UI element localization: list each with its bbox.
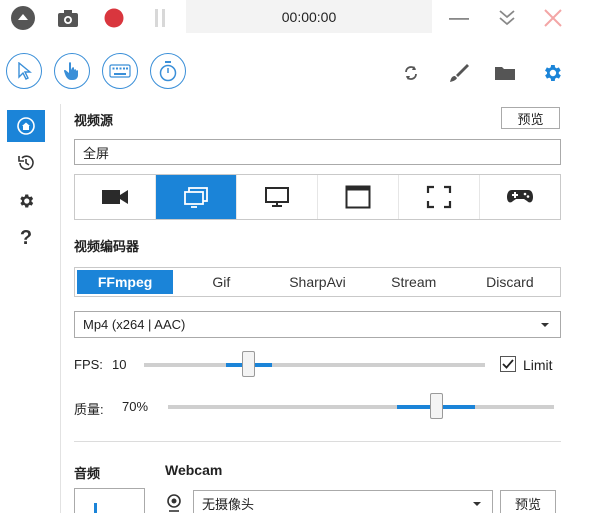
fps-slider-thumb[interactable] <box>242 351 255 377</box>
webcam-select[interactable]: 无摄像头 <box>193 490 493 513</box>
monitor-icon <box>265 187 289 207</box>
touch-mode-button[interactable] <box>54 53 90 89</box>
quality-label: 质量: <box>74 402 104 417</box>
format-select[interactable]: Mp4 (x264 | AAC) <box>74 311 561 338</box>
app-window-icon <box>345 185 371 209</box>
folder-button[interactable] <box>490 58 520 88</box>
checkmark-icon <box>502 359 514 369</box>
gear-icon <box>545 65 561 81</box>
tab-discard[interactable]: Discard <box>462 270 558 294</box>
chevrons-down-icon <box>499 10 515 26</box>
camera-icon <box>58 10 78 27</box>
webcam-select-value: 无摄像头 <box>202 497 255 512</box>
chevron-down-icon <box>473 501 481 506</box>
video-camera-icon <box>102 190 128 204</box>
video-encoder-label: 视频编码器 <box>74 239 140 254</box>
tab-stream[interactable]: Stream <box>366 270 462 294</box>
sidebar-item-home[interactable] <box>7 110 45 142</box>
quality-slider-track[interactable] <box>168 405 554 409</box>
eject-icon <box>11 6 35 30</box>
video-source-label: 视频源 <box>74 113 114 128</box>
collapse-button[interactable] <box>492 3 522 33</box>
video-source-preview-button[interactable]: 预览 <box>501 107 560 129</box>
recording-timer: 00:00:00 <box>186 0 432 33</box>
encoder-tabs: FFmpeg Gif SharpAvi Stream Discard <box>74 267 561 297</box>
limit-label: Limit <box>523 357 553 373</box>
fps-value: 10 <box>112 357 127 372</box>
source-tile-app-window[interactable] <box>318 175 399 219</box>
source-tile-window[interactable] <box>156 175 237 219</box>
tab-sharpavi[interactable]: SharpAvi <box>269 270 365 294</box>
webcam-icon-wrap <box>166 494 182 512</box>
record-button[interactable] <box>99 3 129 33</box>
hand-pointer-icon <box>63 62 78 80</box>
brush-icon <box>450 64 469 82</box>
history-icon <box>18 155 34 170</box>
audio-level-bar <box>94 503 97 513</box>
close-icon <box>544 9 562 27</box>
section-divider <box>74 441 561 442</box>
home-icon <box>17 117 35 135</box>
sidebar-item-help[interactable]: ? <box>7 222 45 254</box>
sidebar-divider <box>60 104 61 513</box>
minimize-icon <box>449 18 469 20</box>
tab-ffmpeg[interactable]: FFmpeg <box>77 270 174 294</box>
snapshot-button[interactable] <box>53 3 83 33</box>
cursor-mode-button[interactable] <box>6 53 42 89</box>
source-tile-game[interactable] <box>480 175 560 219</box>
webcam-preview-button[interactable]: 预览 <box>500 490 556 513</box>
video-source-field[interactable]: 全屏 <box>74 139 561 165</box>
sidebar-item-history[interactable] <box>7 147 45 179</box>
source-tile-camera[interactable] <box>75 175 156 219</box>
gamepad-icon <box>507 190 533 203</box>
fps-label: FPS: <box>74 357 103 372</box>
audio-label: 音频 <box>74 466 101 481</box>
settings-button[interactable] <box>537 58 567 88</box>
eject-button[interactable] <box>8 3 38 33</box>
limit-checkbox[interactable] <box>500 356 516 372</box>
format-select-value: Mp4 (x264 | AAC) <box>83 317 186 332</box>
video-source-tiles <box>74 174 561 220</box>
record-icon <box>104 8 124 28</box>
quality-slider-thumb[interactable] <box>430 393 443 419</box>
question-icon: ? <box>19 226 33 249</box>
keyboard-icon <box>109 64 131 78</box>
minimize-button[interactable] <box>444 3 474 33</box>
gear-icon <box>20 194 34 208</box>
refresh-icon <box>405 66 417 80</box>
timer-mode-button[interactable] <box>150 53 186 89</box>
pause-icon <box>155 9 165 27</box>
keyboard-mode-button[interactable] <box>102 53 138 89</box>
tab-gif[interactable]: Gif <box>173 270 269 294</box>
webcam-icon <box>167 494 181 512</box>
webcam-label: Webcam <box>165 462 223 478</box>
fps-slider-track[interactable] <box>144 363 485 367</box>
close-button[interactable] <box>538 3 568 33</box>
folder-icon <box>495 67 515 80</box>
sidebar-item-settings[interactable] <box>7 185 45 217</box>
quality-value: 70% <box>122 399 149 414</box>
stopwatch-icon <box>159 61 177 82</box>
title-bar: 00:00:00 <box>0 0 596 36</box>
cursor-icon <box>18 62 32 80</box>
chevron-down-icon <box>541 322 549 327</box>
brush-button[interactable] <box>443 58 473 88</box>
windows-icon <box>184 187 208 208</box>
audio-level-box[interactable] <box>74 488 145 513</box>
source-tile-screen[interactable] <box>237 175 318 219</box>
refresh-button[interactable] <box>396 58 426 88</box>
pause-button[interactable] <box>145 3 175 33</box>
source-tile-region[interactable] <box>399 175 480 219</box>
region-select-icon <box>426 185 452 209</box>
